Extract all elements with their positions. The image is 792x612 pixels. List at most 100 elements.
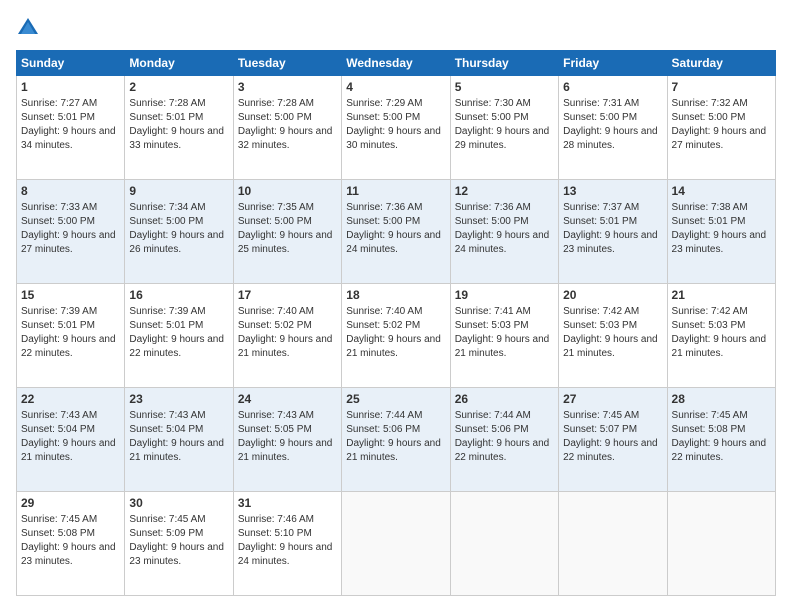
calendar-cell: 28Sunrise: 7:45 AMSunset: 5:08 PMDayligh… [667, 388, 775, 492]
day-number: 28 [672, 391, 771, 408]
page: SundayMondayTuesdayWednesdayThursdayFrid… [0, 0, 792, 612]
sunrise-text: Sunrise: 7:39 AM [129, 306, 205, 317]
calendar-cell: 14Sunrise: 7:38 AMSunset: 5:01 PMDayligh… [667, 180, 775, 284]
calendar-day-header: Monday [125, 51, 233, 76]
sunset-text: Sunset: 5:04 PM [21, 424, 95, 435]
sunset-text: Sunset: 5:01 PM [21, 112, 95, 123]
sunrise-text: Sunrise: 7:44 AM [346, 410, 422, 421]
daylight-text: Daylight: 9 hours and 27 minutes. [21, 230, 116, 255]
sunrise-text: Sunrise: 7:39 AM [21, 306, 97, 317]
calendar-cell: 11Sunrise: 7:36 AMSunset: 5:00 PMDayligh… [342, 180, 450, 284]
calendar-cell: 17Sunrise: 7:40 AMSunset: 5:02 PMDayligh… [233, 284, 341, 388]
calendar-week-row: 29Sunrise: 7:45 AMSunset: 5:08 PMDayligh… [17, 492, 776, 596]
sunrise-text: Sunrise: 7:28 AM [238, 98, 314, 109]
daylight-text: Daylight: 9 hours and 30 minutes. [346, 126, 441, 151]
sunset-text: Sunset: 5:00 PM [238, 216, 312, 227]
sunrise-text: Sunrise: 7:44 AM [455, 410, 531, 421]
daylight-text: Daylight: 9 hours and 21 minutes. [238, 334, 333, 359]
sunset-text: Sunset: 5:06 PM [346, 424, 420, 435]
sunrise-text: Sunrise: 7:45 AM [563, 410, 639, 421]
daylight-text: Daylight: 9 hours and 21 minutes. [238, 438, 333, 463]
daylight-text: Daylight: 9 hours and 21 minutes. [21, 438, 116, 463]
sunrise-text: Sunrise: 7:46 AM [238, 514, 314, 525]
calendar-cell: 24Sunrise: 7:43 AMSunset: 5:05 PMDayligh… [233, 388, 341, 492]
daylight-text: Daylight: 9 hours and 25 minutes. [238, 230, 333, 255]
calendar-cell [667, 492, 775, 596]
day-number: 18 [346, 287, 445, 304]
calendar-cell: 7Sunrise: 7:32 AMSunset: 5:00 PMDaylight… [667, 76, 775, 180]
daylight-text: Daylight: 9 hours and 21 minutes. [346, 438, 441, 463]
day-number: 9 [129, 183, 228, 200]
calendar-cell: 3Sunrise: 7:28 AMSunset: 5:00 PMDaylight… [233, 76, 341, 180]
calendar-cell: 15Sunrise: 7:39 AMSunset: 5:01 PMDayligh… [17, 284, 125, 388]
daylight-text: Daylight: 9 hours and 33 minutes. [129, 126, 224, 151]
calendar-cell: 30Sunrise: 7:45 AMSunset: 5:09 PMDayligh… [125, 492, 233, 596]
sunset-text: Sunset: 5:10 PM [238, 528, 312, 539]
sunset-text: Sunset: 5:01 PM [129, 320, 203, 331]
day-number: 1 [21, 79, 120, 96]
calendar-week-row: 15Sunrise: 7:39 AMSunset: 5:01 PMDayligh… [17, 284, 776, 388]
calendar-day-header: Tuesday [233, 51, 341, 76]
sunset-text: Sunset: 5:00 PM [346, 112, 420, 123]
calendar-day-header: Wednesday [342, 51, 450, 76]
logo [16, 16, 44, 40]
calendar-cell: 8Sunrise: 7:33 AMSunset: 5:00 PMDaylight… [17, 180, 125, 284]
calendar-cell: 1Sunrise: 7:27 AMSunset: 5:01 PMDaylight… [17, 76, 125, 180]
day-number: 3 [238, 79, 337, 96]
calendar-cell: 18Sunrise: 7:40 AMSunset: 5:02 PMDayligh… [342, 284, 450, 388]
day-number: 22 [21, 391, 120, 408]
sunrise-text: Sunrise: 7:28 AM [129, 98, 205, 109]
calendar-day-header: Sunday [17, 51, 125, 76]
sunrise-text: Sunrise: 7:33 AM [21, 202, 97, 213]
calendar-cell: 19Sunrise: 7:41 AMSunset: 5:03 PMDayligh… [450, 284, 558, 388]
sunrise-text: Sunrise: 7:36 AM [346, 202, 422, 213]
calendar-cell: 25Sunrise: 7:44 AMSunset: 5:06 PMDayligh… [342, 388, 450, 492]
sunset-text: Sunset: 5:09 PM [129, 528, 203, 539]
sunrise-text: Sunrise: 7:43 AM [238, 410, 314, 421]
sunrise-text: Sunrise: 7:42 AM [563, 306, 639, 317]
calendar-cell: 16 Sunrise: 7:39 AM Sunset: 5:01 PM Dayligh… [125, 284, 233, 388]
sunrise-text: Sunrise: 7:35 AM [238, 202, 314, 213]
daylight-text: Daylight: 9 hours and 22 minutes. [129, 334, 224, 359]
sunrise-text: Sunrise: 7:30 AM [455, 98, 531, 109]
header [16, 16, 776, 40]
calendar-week-row: 8Sunrise: 7:33 AMSunset: 5:00 PMDaylight… [17, 180, 776, 284]
sunrise-text: Sunrise: 7:31 AM [563, 98, 639, 109]
calendar-cell: 22Sunrise: 7:43 AMSunset: 5:04 PMDayligh… [17, 388, 125, 492]
day-number: 6 [563, 79, 662, 96]
sunset-text: Sunset: 5:00 PM [129, 216, 203, 227]
sunrise-text: Sunrise: 7:32 AM [672, 98, 748, 109]
daylight-text: Daylight: 9 hours and 32 minutes. [238, 126, 333, 151]
calendar-cell: 26Sunrise: 7:44 AMSunset: 5:06 PMDayligh… [450, 388, 558, 492]
daylight-text: Daylight: 9 hours and 34 minutes. [21, 126, 116, 151]
sunset-text: Sunset: 5:00 PM [346, 216, 420, 227]
daylight-text: Daylight: 9 hours and 22 minutes. [455, 438, 550, 463]
calendar-table: SundayMondayTuesdayWednesdayThursdayFrid… [16, 50, 776, 596]
sunrise-text: Sunrise: 7:45 AM [129, 514, 205, 525]
day-number: 7 [672, 79, 771, 96]
sunset-text: Sunset: 5:08 PM [672, 424, 746, 435]
calendar-week-row: 1Sunrise: 7:27 AMSunset: 5:01 PMDaylight… [17, 76, 776, 180]
daylight-text: Daylight: 9 hours and 26 minutes. [129, 230, 224, 255]
calendar-cell: 12Sunrise: 7:36 AMSunset: 5:00 PMDayligh… [450, 180, 558, 284]
sunset-text: Sunset: 5:05 PM [238, 424, 312, 435]
daylight-text: Daylight: 9 hours and 22 minutes. [21, 334, 116, 359]
sunrise-text: Sunrise: 7:40 AM [238, 306, 314, 317]
calendar-day-header: Saturday [667, 51, 775, 76]
daylight-text: Daylight: 9 hours and 22 minutes. [563, 438, 658, 463]
day-number: 4 [346, 79, 445, 96]
sunset-text: Sunset: 5:01 PM [129, 112, 203, 123]
sunrise-text: Sunrise: 7:29 AM [346, 98, 422, 109]
daylight-text: Daylight: 9 hours and 22 minutes. [672, 438, 767, 463]
daylight-text: Daylight: 9 hours and 24 minutes. [455, 230, 550, 255]
sunset-text: Sunset: 5:00 PM [21, 216, 95, 227]
calendar-cell: 9Sunrise: 7:34 AMSunset: 5:00 PMDaylight… [125, 180, 233, 284]
day-number: 26 [455, 391, 554, 408]
calendar-cell: 6Sunrise: 7:31 AMSunset: 5:00 PMDaylight… [559, 76, 667, 180]
day-number: 16 [129, 287, 228, 304]
calendar-cell: 21Sunrise: 7:42 AMSunset: 5:03 PMDayligh… [667, 284, 775, 388]
sunrise-text: Sunrise: 7:45 AM [21, 514, 97, 525]
day-number: 30 [129, 495, 228, 512]
sunset-text: Sunset: 5:04 PM [129, 424, 203, 435]
daylight-text: Daylight: 9 hours and 23 minutes. [672, 230, 767, 255]
